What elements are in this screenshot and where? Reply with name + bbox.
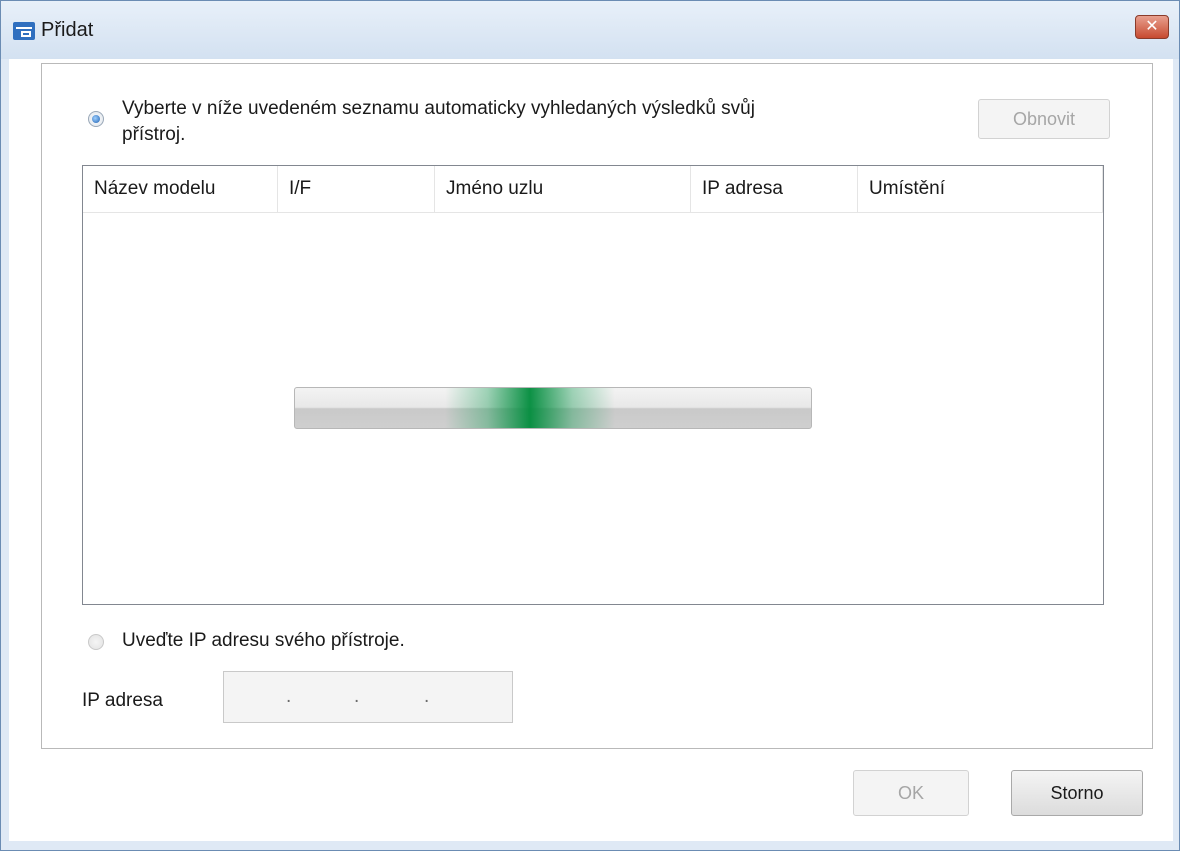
close-button[interactable]: ✕ [1135,15,1169,39]
manual-ip-radio[interactable] [88,634,104,650]
ip-address-field[interactable]: . . . [223,671,513,723]
device-add-icon [13,22,35,40]
ok-button[interactable]: OK [853,770,969,816]
column-location[interactable]: Umístění [858,166,1103,212]
ip-separator: . [286,686,292,707]
add-device-dialog: Přidat ✕ Vyberte v níže uvedeném seznamu… [0,0,1180,851]
column-model-name[interactable]: Název modelu [83,166,278,212]
window-title: Přidat [41,19,94,41]
window-bottom-frame [1,841,1179,850]
column-ip-address[interactable]: IP adresa [691,166,858,212]
auto-search-label-line2: přístroj. [122,124,186,145]
manual-ip-label: Uveďte IP adresu svého přístroje. [122,630,405,651]
column-node-name[interactable]: Jméno uzlu [435,166,691,212]
dialog-content: Vyberte v níže uvedeném seznamu automati… [9,59,1173,843]
auto-search-radio[interactable] [88,111,104,127]
search-progress-indicator [445,388,615,428]
device-list-header: Název modelu I/F Jméno uzlu IP adresa Um… [83,166,1103,213]
cancel-button[interactable]: Storno [1011,770,1143,816]
column-interface[interactable]: I/F [278,166,435,212]
title-bar: Přidat ✕ [1,1,1179,59]
auto-search-label-line1: Vyberte v níže uvedeném seznamu automati… [122,98,755,119]
ip-separator: . [424,686,430,707]
ip-separator: . [354,686,360,707]
search-progress-bar [294,387,812,429]
device-list[interactable]: Název modelu I/F Jméno uzlu IP adresa Um… [82,165,1104,605]
selection-group: Vyberte v níže uvedeném seznamu automati… [41,63,1153,749]
refresh-button[interactable]: Obnovit [978,99,1110,139]
ip-address-label: IP adresa [82,690,163,711]
auto-search-label: Vyberte v níže uvedeném seznamu automati… [122,96,755,148]
